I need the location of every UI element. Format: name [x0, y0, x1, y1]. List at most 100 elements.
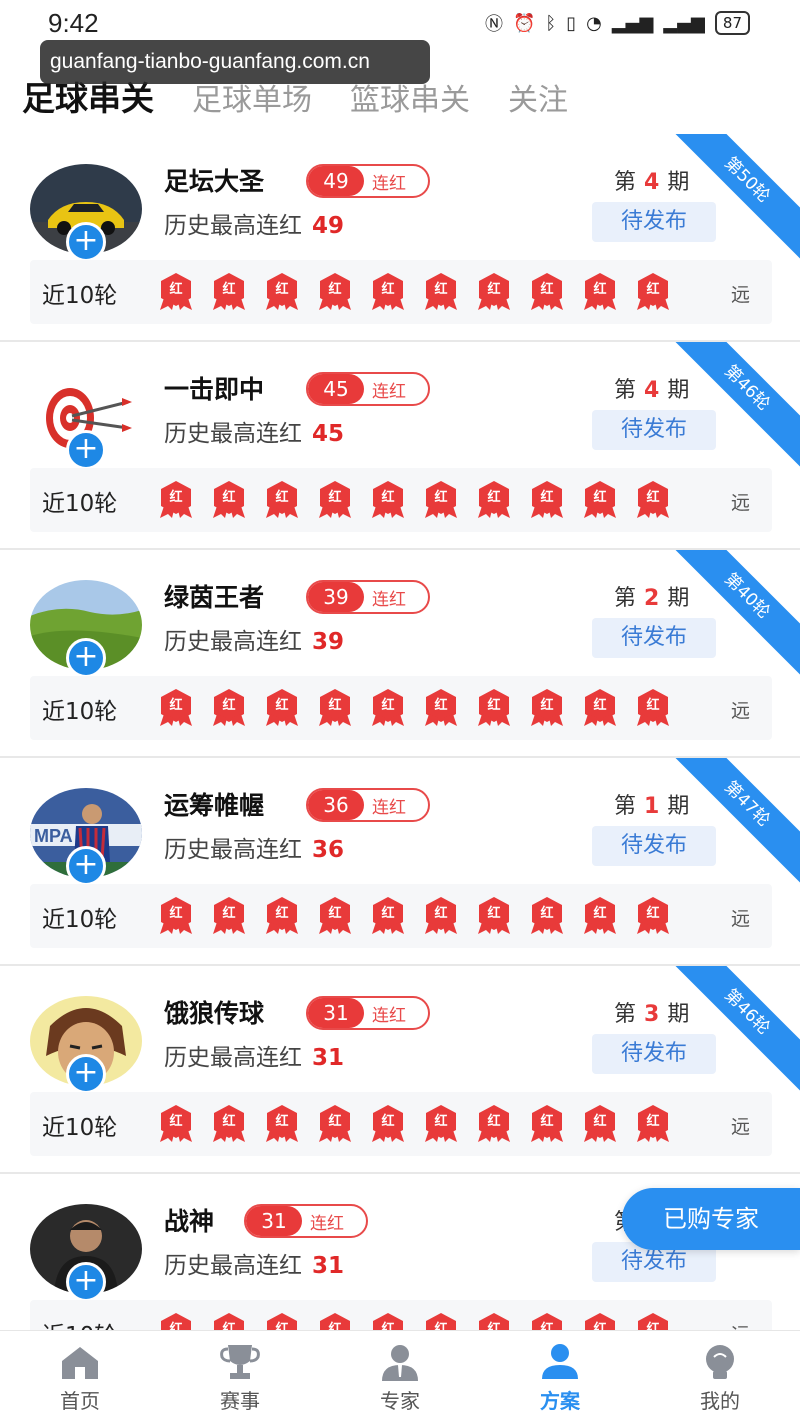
nav-matches[interactable]: 赛事 [160, 1331, 320, 1422]
badge-label: 红 [646, 490, 660, 505]
follow-plus-button[interactable]: + [66, 430, 106, 470]
streak-count: 31 [246, 1206, 302, 1236]
tab-follow[interactable]: 关注 [508, 75, 568, 119]
follow-plus-button[interactable]: + [66, 638, 106, 678]
recent-rounds-row[interactable]: 近10轮 红 红 红 红 红 红 红 红 红 红 远 [30, 468, 772, 532]
expert-card[interactable]: + 饿狼传球 31 连红 历史最高连红 31 第 3 期待发布 第46轮 近10轮红红红红红红红红红… [0, 966, 800, 1174]
expert-card[interactable]: MPA + 运筹帷幄 36 连红 历史最高连红 36 第 1 期待发布 第47轮 近10轮红红红红红红… [0, 758, 800, 966]
red-win-badge-icon: 红 [211, 688, 247, 728]
badge-label: 红 [487, 490, 501, 505]
follow-plus-button[interactable]: + [66, 1262, 106, 1302]
pending-publish-button[interactable]: 待发布 [592, 618, 716, 658]
expert-card[interactable]: + 足坛大圣 49 连红 历史最高连红 49 第 4 期待发布 第50轮 近10轮红红红红红红红红红… [0, 134, 800, 342]
pending-publish-button[interactable]: 待发布 [592, 1034, 716, 1074]
red-win-badge-icon: 红 [635, 688, 671, 728]
history-best: 历史最高连红 39 [164, 622, 344, 656]
red-win-badge-icon: 红 [370, 272, 406, 312]
streak-count: 39 [308, 582, 364, 612]
round-corner-ribbon: 第47轮 [660, 758, 800, 891]
red-win-badge-icon: 红 [529, 480, 565, 520]
alarm-icon: ⏰ [512, 12, 536, 34]
signal-4g-icon: ▂▄▆ [611, 12, 654, 34]
history-count: 31 [312, 1045, 345, 1071]
badge-label: 红 [487, 698, 501, 713]
badge-label: 红 [275, 282, 289, 297]
red-win-badge-icon: 红 [529, 688, 565, 728]
history-label: 历史最高连红 [164, 421, 302, 447]
badge-label: 红 [169, 1114, 183, 1129]
issue-number: 第3期 [614, 996, 689, 1028]
badge-label: 红 [169, 906, 183, 921]
issue-suffix: 期 [667, 1002, 690, 1027]
recent-rounds-row[interactable]: 近10轮 红 红 红 红 红 红 红 红 红 红 远 [30, 676, 772, 740]
red-win-badge-icon: 红 [423, 272, 459, 312]
badge-label: 红 [328, 906, 342, 921]
history-label: 历史最高连红 [164, 629, 302, 655]
issue-value: 4 [644, 170, 660, 195]
recent-rounds-row[interactable]: 近10轮 红 红 红 红 红 红 红 红 红 红 远 [30, 260, 772, 324]
history-best: 历史最高连红 31 [164, 1038, 344, 1072]
expert-card[interactable]: + 一击即中 45 连红 历史最高连红 45 第 4 期待发布 第46轮 近10轮红红红红红红红红红… [0, 342, 800, 550]
trophy-icon [220, 1345, 260, 1379]
recent-badges: 红红红红红红红红红红 [158, 480, 671, 520]
red-win-badge-icon: 红 [317, 480, 353, 520]
follow-plus-button[interactable]: + [66, 222, 106, 262]
nav-home[interactable]: 首页 [0, 1331, 160, 1422]
red-win-badge-icon: 红 [423, 896, 459, 936]
red-win-badge-icon: 红 [582, 480, 618, 520]
red-win-badge-icon: 红 [476, 688, 512, 728]
badge-label: 红 [487, 1114, 501, 1129]
badge-label: 红 [434, 490, 448, 505]
recent-label: 近10轮 [42, 1115, 118, 1141]
issue-value: 1 [644, 794, 660, 819]
recent-badges: 红红红红红红红红红红 [158, 1104, 671, 1144]
red-win-badge-icon: 红 [158, 1104, 194, 1144]
wifi-icon: ◔ [586, 12, 602, 34]
nav-experts[interactable]: 专家 [320, 1331, 480, 1422]
badge-label: 红 [222, 282, 236, 297]
recent-label: 近10轮 [42, 283, 118, 309]
expert-name: 运筹帷幄 [164, 791, 265, 820]
badge-label: 红 [275, 906, 289, 921]
far-label: 远 [730, 492, 750, 514]
history-best: 历史最高连红 49 [164, 206, 344, 240]
pending-publish-button[interactable]: 待发布 [592, 410, 716, 450]
far-label: 远 [730, 284, 750, 306]
nav-plans[interactable]: 方案 [480, 1331, 640, 1422]
streak-count: 49 [308, 166, 364, 196]
red-win-badge-icon: 红 [211, 896, 247, 936]
nav-profile[interactable]: 我的 [640, 1331, 800, 1422]
nav-label: 赛事 [220, 1389, 260, 1413]
pending-publish-button[interactable]: 待发布 [592, 826, 716, 866]
issue-number: 第4期 [614, 164, 689, 196]
streak-count: 45 [308, 374, 364, 404]
issue-number: 第2期 [614, 580, 689, 612]
badge-label: 红 [275, 490, 289, 505]
purchased-experts-button[interactable]: 已购专家 [622, 1188, 800, 1250]
badge-label: 红 [593, 1114, 607, 1129]
expert-name: 饿狼传球 [164, 999, 265, 1028]
nav-label: 方案 [540, 1389, 580, 1413]
far-label: 远 [730, 908, 750, 930]
pending-publish-button[interactable]: 待发布 [592, 202, 716, 242]
issue-suffix: 期 [667, 170, 690, 195]
follow-plus-button[interactable]: + [66, 846, 106, 886]
recent-rounds-row[interactable]: 近10轮 红 红 红 红 红 红 红 红 红 红 远 [30, 884, 772, 948]
red-win-badge-icon: 红 [264, 896, 300, 936]
recent-badges: 红红红红红红红红红红 [158, 688, 671, 728]
history-best: 历史最高连红 45 [164, 414, 344, 448]
red-win-badge-icon: 红 [635, 896, 671, 936]
bottom-nav: 首页 赛事 专家 方案 我的 [0, 1330, 800, 1422]
history-count: 39 [312, 629, 345, 655]
badge-label: 红 [646, 1114, 660, 1129]
badge-label: 红 [540, 1114, 554, 1129]
recent-badges: 红红红红红红红红红红 [158, 896, 671, 936]
streak-badge: 49 连红 [306, 164, 430, 198]
history-count: 31 [312, 1253, 345, 1279]
follow-plus-button[interactable]: + [66, 1054, 106, 1094]
badge-label: 红 [328, 282, 342, 297]
recent-rounds-row[interactable]: 近10轮 红 红 红 红 红 红 红 红 红 红 远 [30, 1092, 772, 1156]
badge-label: 红 [646, 698, 660, 713]
red-win-badge-icon: 红 [317, 1104, 353, 1144]
expert-card[interactable]: + 绿茵王者 39 连红 历史最高连红 39 第 2 期待发布 第40轮 近10轮红红红红红红红红红… [0, 550, 800, 758]
